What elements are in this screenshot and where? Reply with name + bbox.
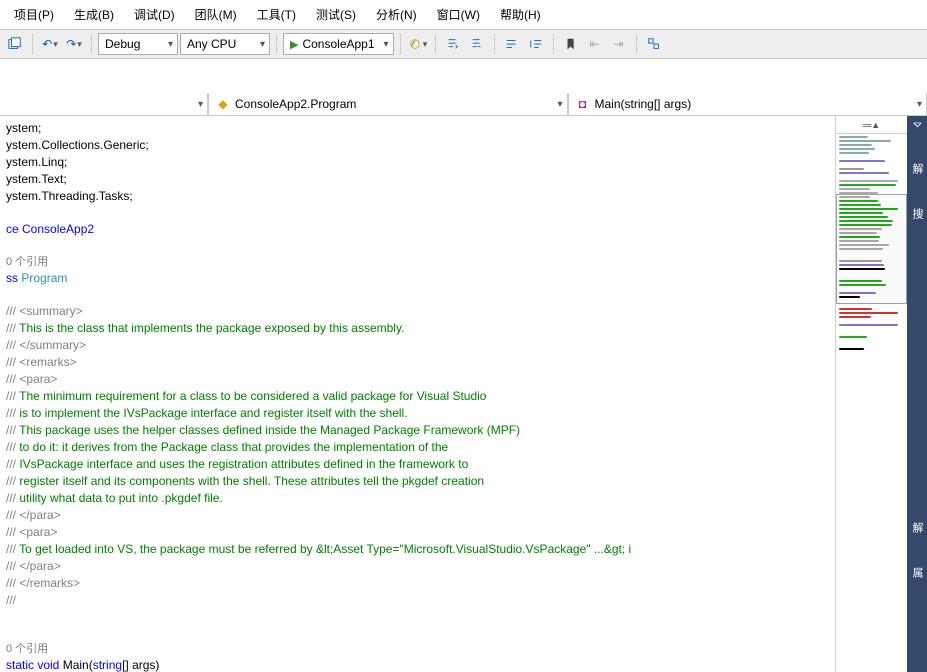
browser-link-button[interactable]: ▾: [407, 33, 429, 55]
rail-solution-explorer[interactable]: 解: [909, 163, 925, 174]
method-icon: ◘: [575, 96, 591, 112]
step-over-button[interactable]: [466, 33, 488, 55]
redo-button[interactable]: ↷▾: [63, 33, 85, 55]
comment-button[interactable]: [501, 33, 523, 55]
minimap[interactable]: [836, 134, 907, 672]
menu-item[interactable]: 分析(N): [368, 3, 425, 26]
side-panel-rail: ⊿ 解 搜 解 属: [907, 116, 927, 672]
prev-bookmark-button[interactable]: ⇤: [584, 33, 606, 55]
menu-item[interactable]: 工具(T): [249, 3, 304, 26]
menu-bar: 项目(P)生成(B)调试(D)团队(M)工具(T)测试(S)分析(N)窗口(W)…: [0, 0, 927, 29]
menu-item[interactable]: 生成(B): [66, 3, 122, 26]
menu-item[interactable]: 调试(D): [126, 3, 183, 26]
start-debugging-button[interactable]: ▶ConsoleApp1: [283, 33, 394, 55]
toggle-outlining-button[interactable]: [643, 33, 665, 55]
rail-resolved[interactable]: 解: [909, 522, 925, 533]
minimap-viewport[interactable]: [836, 194, 907, 304]
uncomment-button[interactable]: [525, 33, 547, 55]
nav-project-combo[interactable]: [0, 93, 208, 115]
menu-item[interactable]: 团队(M): [187, 3, 245, 26]
nav-member-combo[interactable]: ◘Main(string[] args): [568, 93, 927, 115]
next-bookmark-button[interactable]: ⇥: [608, 33, 630, 55]
rail-properties[interactable]: 属: [909, 567, 925, 578]
undo-button[interactable]: ↶▾: [39, 33, 61, 55]
class-icon: ◆: [215, 96, 231, 112]
solution-platform-combo[interactable]: Any CPU: [180, 33, 270, 55]
play-icon: ▶: [290, 38, 298, 51]
solution-config-combo[interactable]: Debug: [98, 33, 178, 55]
menu-item[interactable]: 帮助(H): [492, 3, 549, 26]
menu-item[interactable]: 测试(S): [308, 3, 364, 26]
step-into-button[interactable]: [442, 33, 464, 55]
minimap-panel: ═▲: [835, 116, 907, 672]
nav-class-combo[interactable]: ◆ConsoleApp2.Program: [208, 93, 568, 115]
menu-item[interactable]: 窗口(W): [429, 3, 488, 26]
menu-item[interactable]: 项目(P): [6, 3, 62, 26]
split-handle[interactable]: ═▲: [836, 116, 907, 134]
navigation-bar: ◆ConsoleApp2.Program ◘Main(string[] args…: [0, 93, 927, 116]
pin-icon[interactable]: ⊿: [910, 117, 924, 131]
save-all-button[interactable]: [4, 33, 26, 55]
editor-area: ystem; ystem.Collections.Generic; ystem.…: [0, 116, 927, 672]
bookmark-button[interactable]: [560, 33, 582, 55]
rail-search[interactable]: 搜: [909, 208, 925, 219]
code-editor[interactable]: ystem; ystem.Collections.Generic; ystem.…: [0, 116, 835, 672]
main-toolbar: ↶▾ ↷▾ Debug Any CPU ▶ConsoleApp1 ▾ ⇤ ⇥: [0, 29, 927, 59]
